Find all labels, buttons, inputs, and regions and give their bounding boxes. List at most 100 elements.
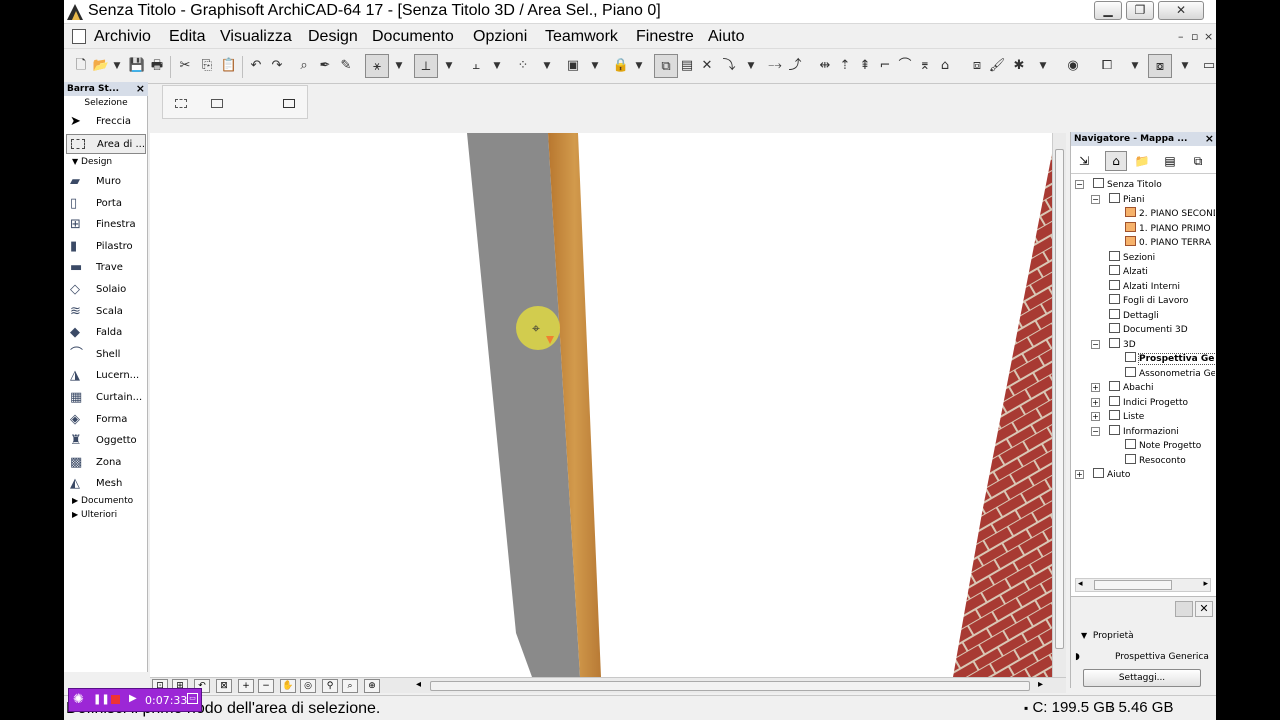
floor-plan-view-icon[interactable]: ⧠ xyxy=(1098,57,1116,75)
minimize-button[interactable]: ▁ xyxy=(1094,1,1122,20)
tool-pilastro[interactable]: ▮ Pilastro xyxy=(66,237,146,257)
intersect-icon[interactable]: ✕ xyxy=(698,57,716,75)
tool-falda[interactable]: ◆ Falda xyxy=(66,323,146,343)
view-dropdown-icon[interactable]: ▼ xyxy=(1130,57,1140,75)
tool-finestra[interactable]: ⊞ Finestra xyxy=(66,215,146,235)
cut-icon[interactable]: ✂ xyxy=(176,57,194,75)
elevate-icon[interactable]: ⇡ xyxy=(836,57,854,75)
tool-shell[interactable]: ⌒ Shell xyxy=(66,345,146,365)
menu-edita[interactable]: Edita xyxy=(169,28,205,46)
delete-icon[interactable]: ✕ xyxy=(1195,601,1213,617)
align-icon[interactable]: ⫠ xyxy=(467,57,485,75)
snap-guides-icon[interactable]: ⟂ xyxy=(414,54,438,78)
horizontal-scroll-thumb[interactable] xyxy=(430,681,1030,691)
tree-item[interactable]: + Abachi xyxy=(1091,381,1154,395)
group-dropdown-icon[interactable]: ▼ xyxy=(590,57,600,75)
orbit-icon[interactable]: ◎ xyxy=(300,679,316,693)
collapse-icon[interactable]: − xyxy=(1091,339,1100,349)
find-select-icon[interactable]: ⌕ xyxy=(295,57,313,75)
tree-item[interactable]: Note Progetto xyxy=(1125,439,1201,453)
tree-item[interactable]: Alzati Interni xyxy=(1109,279,1180,294)
paint-icon[interactable]: 🖌 xyxy=(988,57,1006,75)
tool-trave[interactable]: ▬ Trave xyxy=(66,258,146,278)
tree-item[interactable]: − Informazioni xyxy=(1091,424,1179,439)
menu-aiuto[interactable]: Aiuto xyxy=(708,28,744,46)
3d-window-dropdown-icon[interactable]: ▼ xyxy=(1180,57,1190,75)
adjust-icon[interactable]: ⤵ xyxy=(720,57,738,75)
document-section-header[interactable]: ▶ Documento xyxy=(64,496,148,506)
fillet-icon[interactable]: ⌒ xyxy=(896,57,914,75)
screen-recorder-widget[interactable]: ✺ ❚❚ ▶ 0:07:33 ▭ xyxy=(68,688,202,712)
zoom-more-icon[interactable]: ⊕ xyxy=(364,679,380,693)
snap-dropdown-icon[interactable]: ▼ xyxy=(444,57,454,75)
undo-icon[interactable]: ↶ xyxy=(247,57,265,75)
collapse-icon[interactable]: − xyxy=(1091,426,1100,436)
design-section-header[interactable]: ▼ Design xyxy=(64,157,148,167)
tree-item[interactable]: 0. PIANO TERRA xyxy=(1125,236,1211,250)
gravity-icon[interactable]: ⚹ xyxy=(365,54,389,78)
copy-icon[interactable]: ⎘ xyxy=(198,57,216,75)
solid-operations-icon[interactable]: ⧈ xyxy=(968,57,986,75)
expand-icon[interactable]: + xyxy=(1091,397,1100,407)
expand-icon[interactable]: + xyxy=(1091,412,1100,421)
vertical-scrollbar[interactable] xyxy=(1052,133,1066,677)
project-map-tab-icon[interactable]: ⌂ xyxy=(1105,151,1127,171)
stretch-icon[interactable]: ⇞ xyxy=(856,57,874,75)
tree-item[interactable]: Alzati xyxy=(1109,265,1148,279)
pan-icon[interactable]: ✋ xyxy=(280,679,296,693)
scroll-left-icon[interactable]: ◂ xyxy=(416,679,421,690)
tool-curtain[interactable]: ▦ Curtain... xyxy=(66,388,146,408)
tree-item[interactable]: Prospettiva Generica xyxy=(1125,352,1215,366)
menu-opzioni[interactable]: Opzioni xyxy=(473,28,527,46)
navigator-options-icon[interactable]: ⇲ xyxy=(1073,151,1095,171)
navigator-hscrollbar[interactable]: ◂ ▸ xyxy=(1075,578,1211,592)
expand-icon[interactable]: + xyxy=(1075,470,1084,479)
menu-finestre[interactable]: Finestre xyxy=(636,28,694,46)
tool-oggetto[interactable]: ♜ Oggetto xyxy=(66,431,146,451)
tool-marquee[interactable]: Area di ... xyxy=(66,134,146,154)
fit-window-icon[interactable]: ⊠ xyxy=(216,679,232,693)
tree-item[interactable]: − Senza Titolo xyxy=(1075,178,1162,192)
marquee-method-icon[interactable] xyxy=(211,99,223,108)
tree-item[interactable]: + Liste xyxy=(1091,410,1144,424)
vertical-scroll-thumb[interactable] xyxy=(1055,149,1064,649)
tool-lucern[interactable]: ◮ Lucern... xyxy=(66,366,146,386)
offset-icon[interactable]: ⌆ xyxy=(916,57,934,75)
tool-scala[interactable]: ≋ Scala xyxy=(66,302,146,322)
tool-forma[interactable]: ◈ Forma xyxy=(66,410,146,430)
trace-icon[interactable]: ▤ xyxy=(678,57,696,75)
tree-item[interactable]: Dettagli xyxy=(1109,308,1159,323)
collapse-icon[interactable]: − xyxy=(1091,194,1100,204)
mirror-icon[interactable]: ⇹ xyxy=(816,57,834,75)
lock-dropdown-icon[interactable]: ▼ xyxy=(634,57,644,75)
resize-icon[interactable]: ⌐ xyxy=(876,57,894,75)
mdi-restore-button[interactable]: ▫ xyxy=(1191,30,1198,43)
settings-button[interactable]: Settaggi... xyxy=(1083,669,1201,687)
open-dropdown-icon[interactable]: ▼ xyxy=(112,57,122,75)
gravity-dropdown-icon[interactable]: ▼ xyxy=(394,57,404,75)
eyedropper-icon[interactable]: ✒ xyxy=(316,57,334,75)
menu-archivio[interactable]: Archivio xyxy=(94,28,151,46)
tree-item[interactable]: + Aiuto xyxy=(1075,468,1130,482)
lock-icon[interactable]: 🔒 xyxy=(612,57,630,75)
print-icon[interactable]: 🖶 xyxy=(148,57,166,75)
tree-item[interactable]: Fogli di Lavoro xyxy=(1109,294,1188,308)
expand-icon[interactable]: + xyxy=(1091,383,1100,392)
render-icon[interactable]: ✱ xyxy=(1010,57,1028,75)
scroll-right-icon[interactable]: ▸ xyxy=(1038,679,1043,690)
menu-visualizza[interactable]: Visualizza xyxy=(220,28,292,46)
play-icon[interactable]: ▶ xyxy=(129,693,137,704)
redo-icon[interactable]: ↷ xyxy=(268,57,286,75)
stop-icon[interactable] xyxy=(111,695,120,704)
3d-viewport[interactable]: ⌖ xyxy=(150,133,1052,677)
suspend-groups-icon[interactable]: ⧉ xyxy=(654,54,678,78)
zoom-in-icon[interactable]: + xyxy=(238,679,254,693)
publisher-tab-icon[interactable]: ⧉ xyxy=(1187,151,1209,171)
tree-item[interactable]: Resoconto xyxy=(1125,453,1186,468)
rotate-icon[interactable]: ⤴ xyxy=(786,57,804,75)
clone-folder-icon[interactable] xyxy=(1175,601,1193,617)
tool-muro[interactable]: ▰ Muro xyxy=(66,172,146,192)
render-dropdown-icon[interactable]: ▼ xyxy=(1038,57,1048,75)
tool-solaio[interactable]: ◇ Solaio xyxy=(66,280,146,300)
tool-mesh[interactable]: ◭ Mesh xyxy=(66,474,146,494)
